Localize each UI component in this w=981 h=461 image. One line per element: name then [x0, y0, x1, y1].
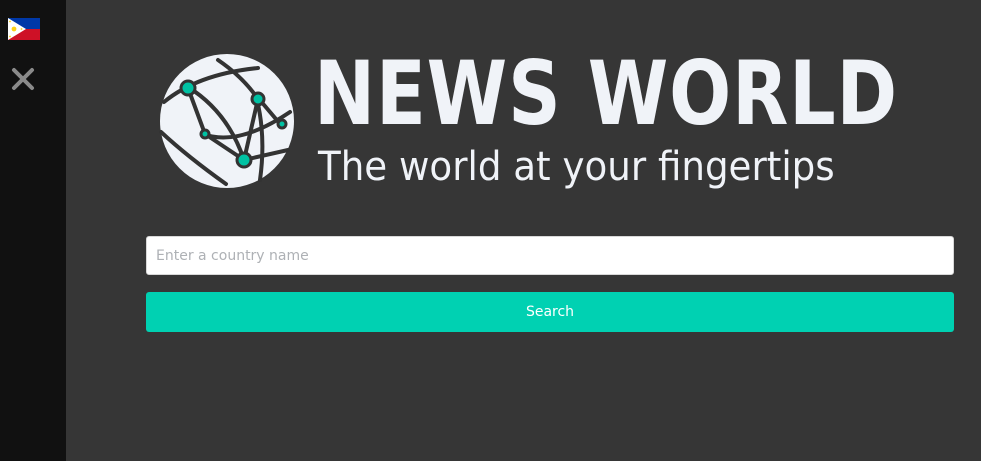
- search-button[interactable]: Search: [146, 292, 954, 332]
- brand-title: NEWS WORLD: [314, 42, 898, 145]
- app-root: NEWS WORLD The world at your fingertips …: [0, 0, 981, 461]
- country-search-input[interactable]: [146, 236, 954, 275]
- news-world-logo: NEWS WORLD The world at your fingertips: [158, 42, 948, 200]
- main-content: NEWS WORLD The world at your fingertips …: [66, 0, 981, 461]
- brand-tagline: The world at your fingertips: [318, 144, 835, 190]
- sidebar: [0, 0, 66, 461]
- close-icon[interactable]: [10, 66, 36, 92]
- philippines-flag-icon[interactable]: [8, 18, 40, 40]
- globe-network-icon: [159, 54, 294, 188]
